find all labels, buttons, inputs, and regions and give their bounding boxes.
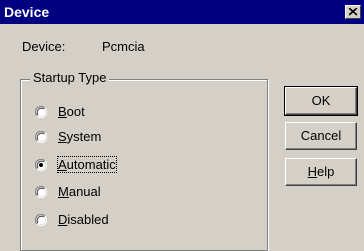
radio-manual-label: Manual (58, 184, 101, 199)
radio-boot-label: Boot (58, 104, 85, 119)
radio-disabled-label: Disabled (58, 212, 109, 227)
radio-boot[interactable]: Boot (35, 104, 95, 122)
radio-manual[interactable]: Manual (35, 184, 115, 202)
cancel-button[interactable]: Cancel (285, 122, 357, 150)
title-bar: Device (0, 0, 364, 24)
close-icon (349, 8, 358, 16)
radio-automatic-label: Automatic (57, 156, 117, 173)
radio-button-selected-icon (35, 159, 47, 171)
radio-button-icon (35, 186, 47, 198)
radio-button-icon (35, 131, 47, 143)
device-value: Pcmcia (102, 39, 145, 54)
radio-button-icon (35, 214, 47, 226)
ok-button[interactable]: OK (284, 86, 358, 116)
radio-automatic[interactable]: Automatic (35, 156, 135, 175)
radio-system[interactable]: System (35, 129, 115, 147)
window-title: Device (4, 4, 50, 20)
radio-button-icon (35, 106, 47, 118)
radio-system-label: System (58, 129, 102, 144)
device-label: Device: (22, 39, 66, 54)
help-button[interactable]: Help (285, 158, 357, 186)
radio-disabled[interactable]: Disabled (35, 212, 125, 230)
close-button[interactable] (345, 5, 361, 19)
startup-type-label: Startup Type (30, 70, 110, 85)
